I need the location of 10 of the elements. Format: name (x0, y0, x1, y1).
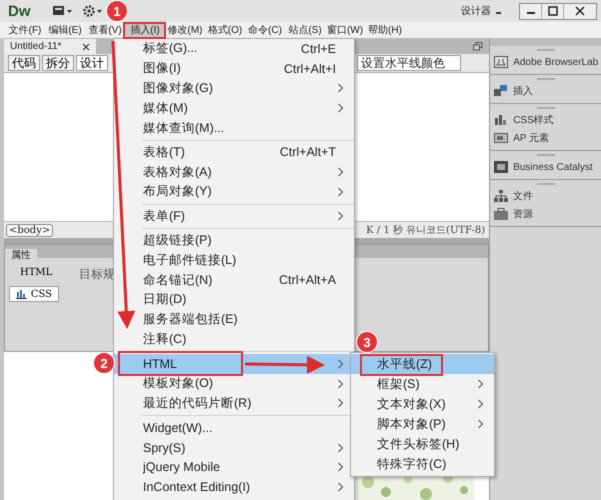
panel-label: CSS样式 (513, 114, 554, 127)
panel-label: 资源 (513, 208, 534, 221)
panel-label: 插入 (513, 84, 534, 98)
app-logo: Dw (8, 2, 30, 20)
panel-label: 文件 (513, 190, 534, 203)
status-text: K / 1 秒 유니코드(UTF-8) (366, 224, 486, 237)
panel-label: Business Catalyst (513, 162, 593, 172)
tab-title: Untitled-11* (10, 41, 62, 52)
panel-label: Adobe BrowserLab (513, 56, 598, 68)
panel-label: AP 元素 (513, 132, 550, 145)
